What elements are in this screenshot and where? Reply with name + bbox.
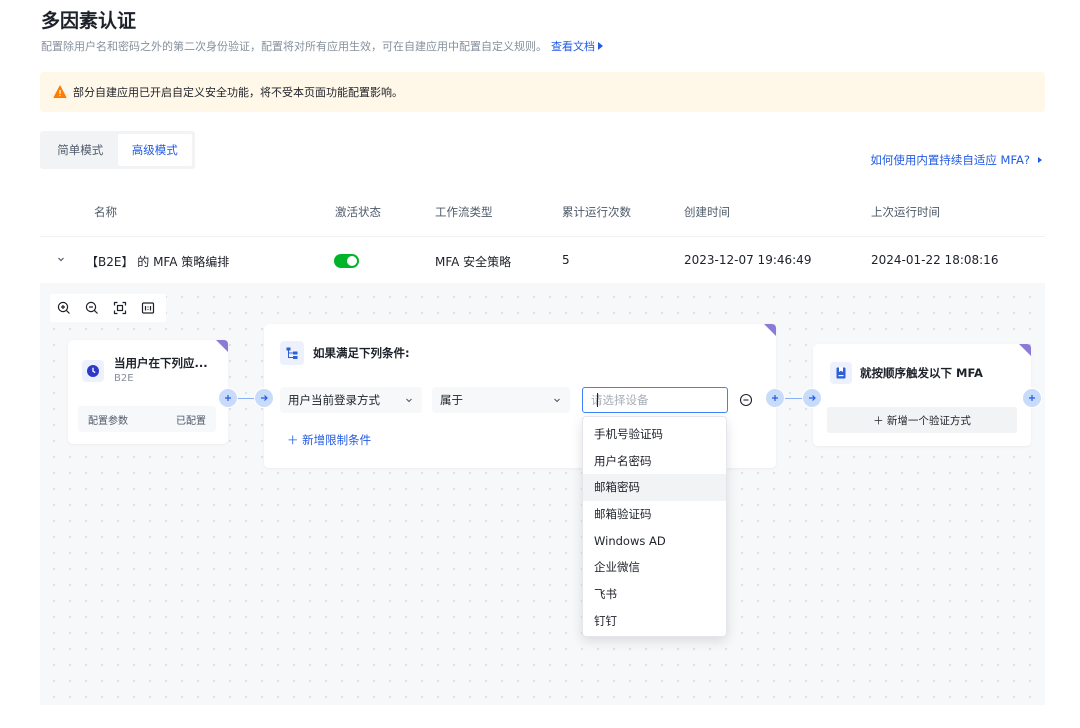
add-node-port[interactable] bbox=[1022, 388, 1042, 408]
node-corner-marker bbox=[764, 324, 776, 336]
column-header-status: 激活状态 bbox=[335, 205, 381, 219]
adaptive-mfa-help-link[interactable]: 如何使用内置持续自适应 MFA? bbox=[870, 152, 1042, 168]
input-port[interactable] bbox=[254, 388, 274, 408]
config-status: 已配置 bbox=[176, 415, 206, 427]
add-node-port[interactable] bbox=[218, 388, 238, 408]
condition-field-value: 用户当前登录方式 bbox=[288, 393, 380, 407]
fit-view-icon[interactable] bbox=[106, 294, 134, 322]
chevron-down-icon bbox=[406, 398, 412, 403]
dropdown-option[interactable]: 手机号验证码 bbox=[583, 421, 726, 448]
dropdown-option[interactable]: 企业微信 bbox=[583, 554, 726, 581]
column-header-run-count: 累计运行次数 bbox=[562, 205, 631, 219]
tab-advanced-mode[interactable]: 高级模式 bbox=[117, 134, 192, 166]
condition-value-placeholder: 请选择设备 bbox=[591, 393, 649, 407]
workflow-name[interactable]: 【B2E】 的 MFA 策略编排 bbox=[86, 253, 229, 270]
dropdown-option[interactable]: 邮箱密码 bbox=[583, 474, 726, 502]
condition-field-select[interactable]: 用户当前登录方式 bbox=[280, 387, 422, 413]
remove-condition-icon[interactable] bbox=[739, 393, 753, 407]
arrow-right-icon bbox=[261, 395, 268, 401]
mode-switch: 简单模式 高级模式 bbox=[40, 131, 195, 169]
warning-alert: 部分自建应用已开启自定义安全功能，将不受本页面功能配置影响。 bbox=[40, 72, 1045, 112]
run-count: 5 bbox=[562, 253, 570, 267]
add-node-port[interactable] bbox=[765, 388, 785, 408]
trigger-node-config[interactable]: 配置参数 已配置 bbox=[78, 406, 216, 432]
created-at: 2023-12-07 19:46:49 bbox=[684, 253, 812, 267]
condition-node-title: 如果满足下列条件: bbox=[313, 346, 410, 360]
device-dropdown: 手机号验证码 用户名密码 邮箱密码 邮箱验证码 Windows AD 企业微信 … bbox=[582, 416, 727, 637]
column-header-created-at: 创建时间 bbox=[684, 205, 730, 219]
text-caret bbox=[597, 393, 598, 407]
column-header-workflow-type: 工作流类型 bbox=[435, 205, 493, 219]
adaptive-mfa-help-label[interactable]: 如何使用内置持续自适应 MFA? bbox=[870, 153, 1030, 167]
node-corner-marker bbox=[1019, 344, 1031, 356]
add-condition-label: 新增限制条件 bbox=[302, 433, 372, 447]
trigger-node-subtitle: B2E bbox=[114, 373, 134, 384]
input-port[interactable] bbox=[802, 388, 822, 408]
clock-icon bbox=[82, 360, 104, 382]
alert-text: 部分自建应用已开启自定义安全功能，将不受本页面功能配置影响。 bbox=[73, 86, 403, 99]
page-title: 多因素认证 bbox=[41, 10, 137, 32]
zoom-out-icon[interactable] bbox=[78, 294, 106, 322]
config-params-label: 配置参数 bbox=[88, 415, 128, 427]
plus-icon: ＋ bbox=[873, 414, 884, 427]
dropdown-option[interactable]: 用户名密码 bbox=[583, 448, 726, 475]
trigger-node-title: 当用户在下列应... bbox=[114, 356, 208, 370]
view-docs-label[interactable]: 查看文档 bbox=[551, 40, 595, 53]
chevron-down-icon[interactable] bbox=[55, 253, 67, 265]
condition-operator-select[interactable]: 属于 bbox=[432, 387, 570, 413]
branch-icon bbox=[280, 341, 304, 365]
add-condition-button[interactable]: ＋ 新增限制条件 bbox=[287, 432, 371, 448]
zoom-in-icon[interactable] bbox=[50, 294, 78, 322]
warning-icon bbox=[53, 85, 67, 98]
view-docs-link[interactable]: 查看文档 bbox=[551, 40, 603, 53]
actual-size-icon[interactable] bbox=[134, 294, 162, 322]
table-divider bbox=[40, 236, 1045, 237]
bookmark-icon bbox=[830, 362, 852, 384]
node-corner-marker bbox=[216, 340, 228, 352]
plus-icon bbox=[772, 395, 778, 401]
condition-value-select[interactable]: 请选择设备 bbox=[582, 387, 728, 413]
chevron-down-icon bbox=[554, 398, 560, 403]
workflow-type: MFA 安全策略 bbox=[435, 255, 512, 269]
plus-icon bbox=[1029, 395, 1035, 401]
column-header-last-run: 上次运行时间 bbox=[871, 205, 940, 219]
play-arrow-icon bbox=[598, 42, 603, 50]
dropdown-option[interactable]: 邮箱验证码 bbox=[583, 501, 726, 528]
canvas-toolbar bbox=[50, 294, 166, 322]
page-description-text: 配置除用户名和密码之外的第二次身份验证，配置将对所有应用生效，可在自建应用中配置… bbox=[41, 40, 547, 53]
dropdown-option[interactable]: 飞书 bbox=[583, 581, 726, 608]
dropdown-option[interactable]: Windows AD bbox=[583, 528, 726, 555]
mfa-node-title: 就按顺序触发以下 MFA bbox=[860, 366, 983, 380]
column-header-name: 名称 bbox=[94, 205, 117, 219]
arrow-right-icon bbox=[809, 395, 816, 401]
active-status-toggle[interactable] bbox=[334, 254, 359, 268]
page-description: 配置除用户名和密码之外的第二次身份验证，配置将对所有应用生效，可在自建应用中配置… bbox=[41, 38, 603, 54]
condition-operator-value: 属于 bbox=[440, 393, 463, 407]
play-arrow-icon bbox=[1038, 157, 1042, 163]
last-run-at: 2024-01-22 18:08:16 bbox=[871, 253, 999, 267]
plus-icon: ＋ bbox=[287, 433, 299, 447]
tab-simple-mode[interactable]: 简单模式 bbox=[43, 134, 118, 166]
add-mfa-method-button[interactable]: ＋ 新增一个验证方式 bbox=[827, 407, 1017, 433]
plus-icon bbox=[225, 395, 231, 401]
add-mfa-label: 新增一个验证方式 bbox=[886, 414, 971, 427]
dropdown-option[interactable]: 钉钉 bbox=[583, 608, 726, 635]
